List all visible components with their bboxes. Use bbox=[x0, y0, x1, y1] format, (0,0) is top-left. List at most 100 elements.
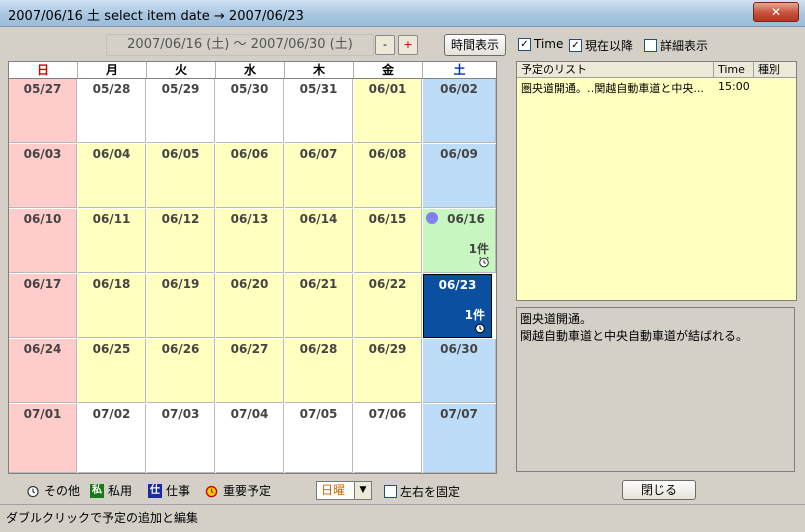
list-header-title[interactable]: 予定のリスト bbox=[517, 62, 714, 78]
detail-line: 圏央道開通。 bbox=[520, 312, 593, 326]
legend-private: 私 私用 bbox=[90, 482, 132, 499]
checkbox-empty-icon bbox=[384, 485, 397, 498]
day-cell[interactable]: 06/21 bbox=[285, 274, 353, 338]
fix-left-right-checkbox[interactable]: 左右を固定 bbox=[384, 483, 460, 500]
time-checkbox[interactable]: ✓ Time bbox=[518, 37, 563, 51]
day-label: 07/07 bbox=[440, 407, 478, 421]
day-cell[interactable]: 06/27 bbox=[216, 339, 284, 403]
weekday-header-thu: 木 bbox=[285, 62, 354, 79]
day-label: 05/29 bbox=[161, 82, 200, 96]
day-cell[interactable]: 06/28 bbox=[285, 339, 353, 403]
day-cell-today[interactable]: 06/16 1件 bbox=[423, 209, 496, 273]
day-label: 06/19 bbox=[161, 277, 200, 291]
day-cell[interactable]: 06/07 bbox=[285, 144, 353, 208]
day-label: 06/15 bbox=[368, 212, 407, 226]
next-range-button[interactable]: + bbox=[398, 35, 418, 55]
day-label: 06/22 bbox=[368, 277, 407, 291]
day-cell[interactable]: 06/09 bbox=[423, 144, 496, 208]
day-cell[interactable]: 06/12 bbox=[147, 209, 215, 273]
alarm-clock-icon bbox=[479, 256, 489, 268]
day-label: 06/26 bbox=[161, 342, 200, 356]
after-now-checkbox[interactable]: ✓ 現在以降 bbox=[569, 37, 633, 54]
day-cell[interactable]: 06/29 bbox=[354, 339, 422, 403]
day-cell[interactable]: 05/27 bbox=[9, 79, 77, 143]
day-cell[interactable]: 06/08 bbox=[354, 144, 422, 208]
week-start-value: 日曜 bbox=[321, 483, 346, 497]
day-label: 06/14 bbox=[299, 212, 338, 226]
close-button[interactable]: 閉じる bbox=[622, 480, 696, 500]
day-cell[interactable]: 07/06 bbox=[354, 404, 422, 473]
list-header-kind[interactable]: 種別 bbox=[754, 62, 796, 78]
day-cell[interactable]: 06/11 bbox=[78, 209, 146, 273]
weekday-header-mon: 月 bbox=[78, 62, 147, 79]
day-cell[interactable]: 05/29 bbox=[147, 79, 215, 143]
title-bar: 2007/06/16 土 select item date → 2007/06/… bbox=[0, 0, 805, 27]
day-label: 06/21 bbox=[299, 277, 338, 291]
day-cell[interactable]: 06/17 bbox=[9, 274, 77, 338]
day-cell[interactable]: 05/28 bbox=[78, 79, 146, 143]
day-cell[interactable]: 06/14 bbox=[285, 209, 353, 273]
day-cell[interactable]: 06/26 bbox=[147, 339, 215, 403]
day-cell[interactable]: 06/04 bbox=[78, 144, 146, 208]
time-view-button[interactable]: 時間表示 bbox=[444, 34, 506, 56]
day-cell[interactable]: 07/01 bbox=[9, 404, 77, 473]
client-area: 2007/06/16 (土) 〜 2007/06/30 (土) - + 時間表示… bbox=[6, 30, 799, 500]
weekday-header-wed: 水 bbox=[216, 62, 285, 79]
day-cell[interactable]: 06/13 bbox=[216, 209, 284, 273]
schedule-list[interactable]: 予定のリスト Time 種別 圏央道開通。‥関越自動車道と中央... 15:00 bbox=[516, 61, 797, 301]
day-cell[interactable]: 06/25 bbox=[78, 339, 146, 403]
event-count: 1件 bbox=[468, 242, 489, 256]
day-cell[interactable]: 06/10 bbox=[9, 209, 77, 273]
day-cell[interactable]: 06/19 bbox=[147, 274, 215, 338]
window-title: 2007/06/16 土 select item date → 2007/06/… bbox=[8, 9, 304, 24]
day-cell[interactable]: 07/05 bbox=[285, 404, 353, 473]
weekday-header-sat: 土 bbox=[423, 62, 496, 79]
weekday-header-sun: 日 bbox=[9, 62, 78, 79]
day-label: 06/13 bbox=[230, 212, 269, 226]
day-label: 05/31 bbox=[299, 82, 338, 96]
detail-view-checkbox-label: 詳細表示 bbox=[660, 39, 709, 53]
day-cell[interactable]: 06/24 bbox=[9, 339, 77, 403]
day-cell[interactable]: 07/03 bbox=[147, 404, 215, 473]
checkbox-checked-icon: ✓ bbox=[518, 37, 531, 51]
day-cell[interactable]: 06/02 bbox=[423, 79, 496, 143]
day-label: 07/06 bbox=[368, 407, 407, 421]
detail-panel[interactable]: 圏央道開通。 関越自動車道と中央自動車道が結ばれる。 bbox=[516, 307, 795, 472]
day-label: 06/10 bbox=[23, 212, 62, 226]
day-cell[interactable]: 05/31 bbox=[285, 79, 353, 143]
day-cell[interactable]: 06/15 bbox=[354, 209, 422, 273]
chevron-down-icon[interactable]: ▼ bbox=[354, 482, 371, 499]
day-label: 06/12 bbox=[161, 212, 200, 226]
day-label: 06/03 bbox=[23, 147, 62, 161]
important-alarm-icon bbox=[205, 485, 218, 497]
day-cell[interactable]: 06/06 bbox=[216, 144, 284, 208]
day-cell[interactable]: 06/05 bbox=[147, 144, 215, 208]
date-range-display: 2007/06/16 (土) 〜 2007/06/30 (土) bbox=[106, 34, 374, 56]
day-cell[interactable]: 05/30 bbox=[216, 79, 284, 143]
day-label: 06/24 bbox=[23, 342, 62, 356]
day-label: 06/16 bbox=[447, 212, 485, 226]
day-cell[interactable]: 07/07 bbox=[423, 404, 496, 473]
day-label: 07/05 bbox=[299, 407, 338, 421]
list-header-time[interactable]: Time bbox=[714, 62, 754, 78]
day-cell[interactable]: 06/20 bbox=[216, 274, 284, 338]
private-icon: 私 bbox=[90, 483, 104, 498]
day-cell[interactable]: 06/03 bbox=[9, 144, 77, 208]
day-cell[interactable]: 07/04 bbox=[216, 404, 284, 473]
list-item-time: 15:00 bbox=[718, 80, 750, 93]
event-count: 1件 bbox=[464, 308, 485, 322]
day-cell[interactable]: 06/18 bbox=[78, 274, 146, 338]
day-cell[interactable]: 07/02 bbox=[78, 404, 146, 473]
day-cell[interactable]: 06/30 bbox=[423, 339, 496, 403]
detail-view-checkbox[interactable]: 詳細表示 bbox=[644, 37, 708, 54]
close-window-button[interactable]: ✕ bbox=[753, 2, 799, 22]
after-now-checkbox-label: 現在以降 bbox=[585, 39, 634, 53]
time-checkbox-label: Time bbox=[534, 37, 564, 51]
day-label: 06/01 bbox=[368, 82, 407, 96]
week-start-select[interactable]: 日曜 ▼ bbox=[316, 481, 372, 500]
prev-range-button[interactable]: - bbox=[375, 35, 395, 55]
day-cell[interactable]: 06/22 bbox=[354, 274, 422, 338]
day-cell-selected[interactable]: 06/23 1件 bbox=[423, 274, 492, 338]
day-cell[interactable]: 06/01 bbox=[354, 79, 422, 143]
day-label: 06/25 bbox=[92, 342, 131, 356]
